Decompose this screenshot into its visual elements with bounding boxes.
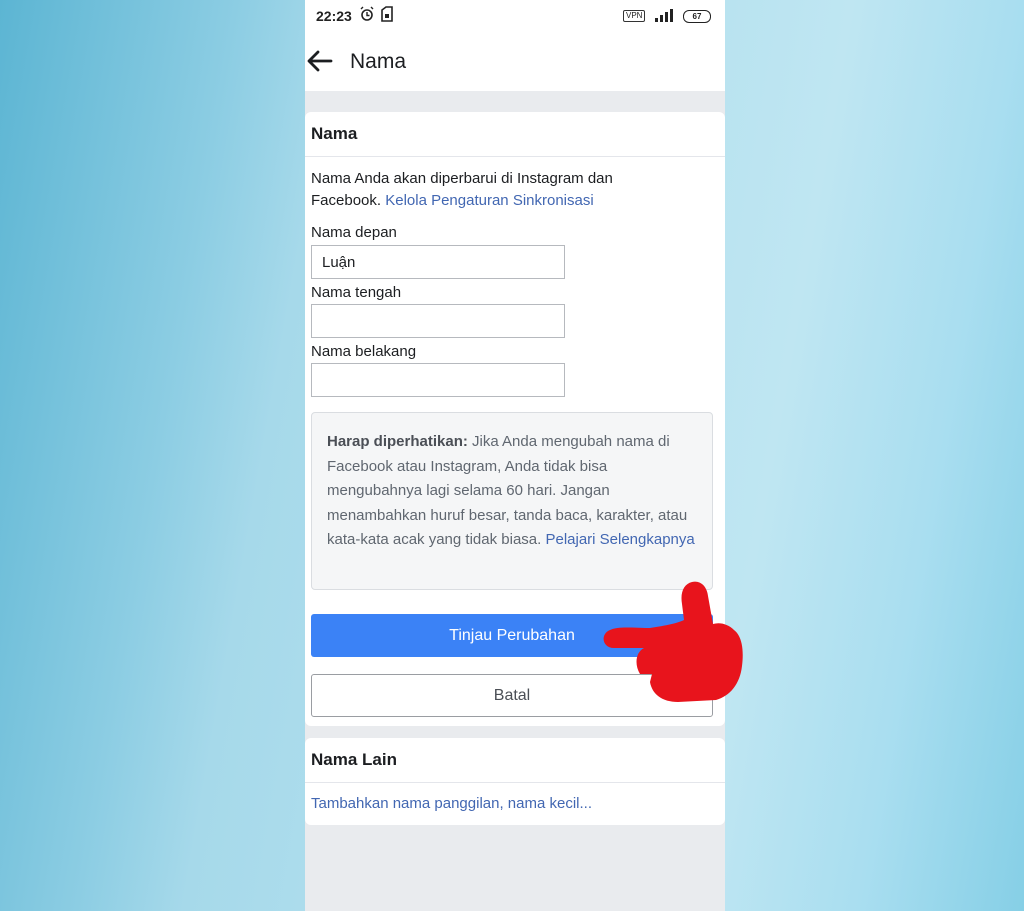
app-header: Nama xyxy=(305,34,725,91)
page-title: Nama xyxy=(350,50,407,73)
middle-name-label: Nama tengah xyxy=(311,284,402,301)
first-name-input[interactable] xyxy=(311,245,565,279)
status-bar: 22:23 VPN 67 xyxy=(305,0,725,34)
last-name-input[interactable] xyxy=(311,363,565,397)
other-names-title: Nama Lain xyxy=(311,750,397,769)
last-name-label: Nama belakang xyxy=(311,343,417,360)
first-name-label: Nama depan xyxy=(311,224,397,241)
other-names-card: Nama Lain Tambahkan nama panggilan, nama… xyxy=(305,738,725,825)
phone-screen: 22:23 VPN 67 Nama Nama Nama Anda akan di… xyxy=(305,0,725,911)
learn-more-link[interactable]: Pelajari Selengkapnya xyxy=(545,531,694,548)
notice-box: Harap diperhatikan: Jika Anda mengubah n… xyxy=(311,412,713,590)
alarm-icon xyxy=(360,6,374,27)
status-time: 22:23 xyxy=(316,8,352,24)
middle-name-input[interactable] xyxy=(311,304,565,338)
add-other-name-link[interactable]: Tambahkan nama panggilan, nama kecil... xyxy=(311,795,592,812)
vpn-indicator: VPN xyxy=(623,10,646,22)
signal-icon xyxy=(653,8,675,27)
name-card-header: Nama xyxy=(305,112,725,157)
battery-icon: 67 xyxy=(683,10,711,23)
sim-icon xyxy=(380,6,394,27)
other-names-header: Nama Lain xyxy=(305,738,725,783)
sync-settings-link[interactable]: Kelola Pengaturan Sinkronisasi xyxy=(385,192,593,209)
intro-text: Nama Anda akan diperbarui di Instagram d… xyxy=(311,168,681,212)
back-arrow-icon[interactable] xyxy=(305,48,335,74)
section-title: Nama xyxy=(311,124,358,143)
pointing-hand-icon xyxy=(603,581,743,702)
notice-heading: Harap diperhatikan: xyxy=(327,433,468,450)
